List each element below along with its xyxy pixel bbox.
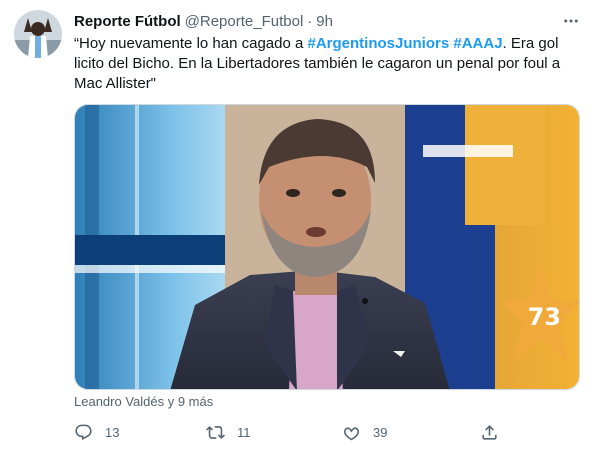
user-handle[interactable]: @Reporte_Futbol — [185, 13, 304, 30]
tweet-text-part: “Hoy nuevamente lo han cagado a — [74, 35, 308, 52]
hashtag-aaaj[interactable]: #AAAJ — [453, 35, 502, 52]
image-jersey-number: 73 — [527, 303, 561, 331]
display-name[interactable]: Reporte Fútbol — [74, 13, 181, 30]
avatar[interactable] — [14, 10, 62, 58]
share-button[interactable] — [480, 420, 499, 444]
timestamp[interactable]: 9h — [316, 13, 333, 30]
reply-icon — [75, 424, 92, 440]
separator-dot: · — [307, 12, 313, 30]
retweet-icon — [206, 425, 225, 439]
tweet-actions: 13 11 39 — [70, 420, 510, 444]
tv-studio-photo — [75, 105, 579, 389]
more-button[interactable] — [560, 10, 582, 32]
share-icon — [482, 424, 497, 440]
more-icon — [564, 19, 578, 23]
like-icon — [344, 426, 359, 440]
tweet-header: Reporte Fútbol @Reporte_Futbol · 9h — [74, 11, 554, 31]
avatar-image — [14, 10, 62, 58]
tagged-people[interactable]: Leandro Valdés y 9 más — [74, 394, 213, 409]
hashtag-argentinos-juniors[interactable]: #ArgentinosJuniors — [308, 35, 450, 52]
retweet-button[interactable]: 11 — [206, 420, 251, 444]
retweet-count: 11 — [237, 424, 251, 440]
tweet-text: “Hoy nuevamente lo han cagado a #Argenti… — [74, 34, 590, 94]
like-button[interactable]: 39 — [342, 420, 387, 444]
reply-button[interactable]: 13 — [74, 420, 119, 444]
tweet-image[interactable]: 73 — [74, 104, 580, 390]
like-count: 39 — [373, 424, 388, 440]
reply-count: 13 — [105, 424, 120, 440]
